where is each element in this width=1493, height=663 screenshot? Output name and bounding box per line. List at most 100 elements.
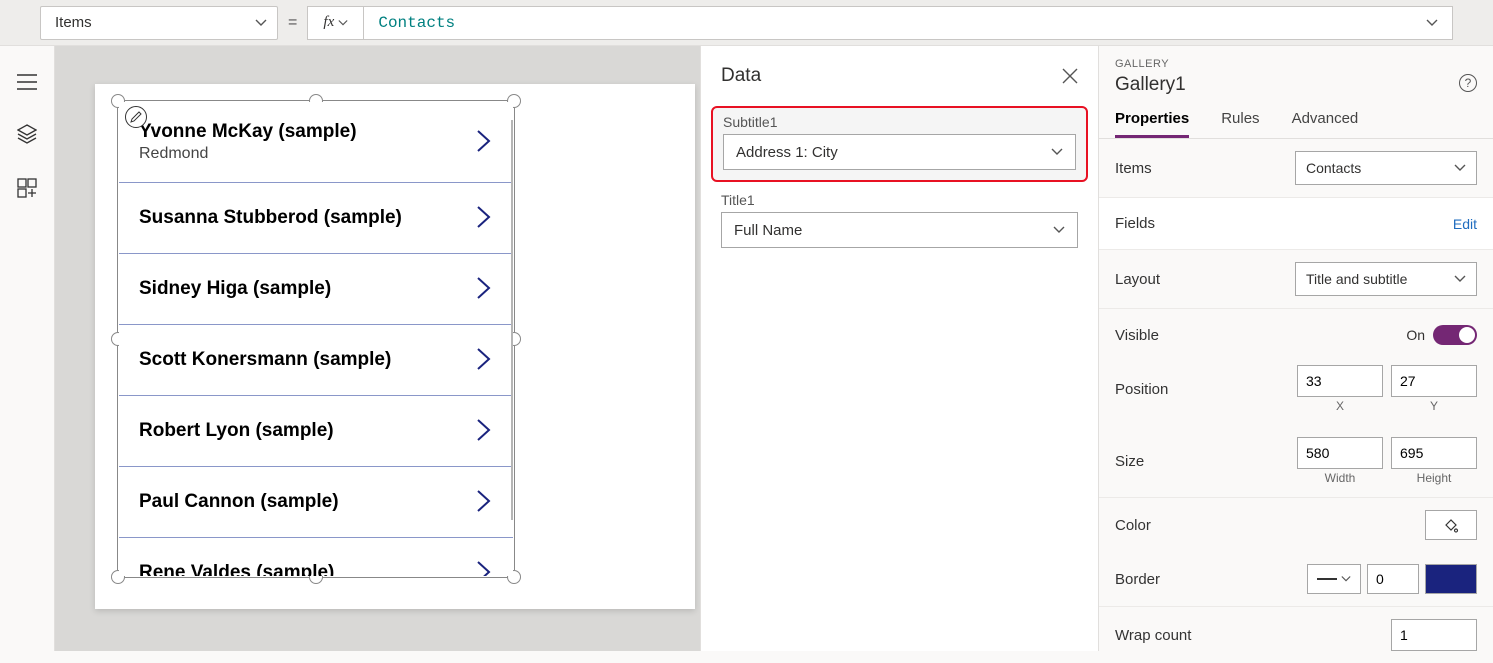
gallery-row[interactable]: Robert Lyon (sample) [119,396,513,467]
property-dropdown[interactable]: Items [40,6,278,40]
chevron-right-icon[interactable] [475,346,493,375]
control-type-label: GALLERY [1115,58,1477,70]
prop-wrap-label: Wrap count [1115,627,1191,644]
subtitle-field-highlight: Subtitle1 Address 1: City [711,106,1088,182]
prop-size: Size Width Height [1099,425,1493,498]
prop-items-label: Items [1115,160,1152,177]
chevron-down-icon [255,17,267,29]
prop-items: Items Contacts [1099,139,1493,198]
tab-advanced[interactable]: Advanced [1292,110,1359,138]
left-rail [0,46,55,651]
prop-color: Color [1099,498,1493,552]
prop-fields-edit-link[interactable]: Edit [1453,216,1477,232]
width-label: Width [1297,471,1383,485]
visible-toggle[interactable] [1433,325,1477,345]
prop-visible-label: Visible [1115,327,1159,344]
insert-icon[interactable] [17,178,37,198]
gallery-row-title: Scott Konersmann (sample) [139,349,391,371]
fx-button[interactable]: fx [307,6,363,40]
chevron-down-icon [1426,17,1438,29]
gallery-row[interactable]: Susanna Stubberod (sample) [119,183,513,254]
gallery-row[interactable]: Rene Valdes (sample) [119,538,513,576]
edit-template-icon[interactable] [125,106,147,128]
gallery-row[interactable]: Yvonne McKay (sample)Redmond [119,102,513,183]
help-icon[interactable]: ? [1459,74,1477,92]
gallery-row[interactable]: Scott Konersmann (sample) [119,325,513,396]
chevron-down-icon [338,18,348,28]
position-y-input[interactable] [1391,365,1477,397]
app-screen: Yvonne McKay (sample)Redmond Susanna Stub… [95,84,695,609]
border-style-dropdown[interactable] [1307,564,1361,594]
chevron-right-icon[interactable] [475,559,493,577]
border-width-input[interactable] [1367,564,1419,594]
close-icon[interactable] [1062,68,1078,84]
chevron-right-icon[interactable] [475,417,493,446]
gallery-row[interactable]: Sidney Higa (sample) [119,254,513,325]
chevron-down-icon [1341,574,1351,584]
title-field-value: Full Name [734,222,802,239]
color-picker-button[interactable] [1425,510,1477,540]
size-height-input[interactable] [1391,437,1477,469]
gallery-row-title: Robert Lyon (sample) [139,420,334,442]
prop-layout-label: Layout [1115,271,1160,288]
prop-items-dropdown[interactable]: Contacts [1295,151,1477,185]
prop-border: Border [1099,552,1493,607]
gallery-row-title: Susanna Stubberod (sample) [139,207,402,229]
equals-label: = [288,14,297,32]
gallery-scrollbar[interactable] [511,120,513,520]
tab-rules[interactable]: Rules [1221,110,1259,138]
prop-layout-value: Title and subtitle [1306,271,1407,287]
properties-panel: GALLERY Gallery1 ? Properties Rules Adva… [1098,46,1493,651]
property-dropdown-label: Items [55,14,92,31]
formula-bar: Items = fx Contacts [0,0,1493,46]
gallery-row[interactable]: Paul Cannon (sample) [119,467,513,538]
canvas[interactable]: Yvonne McKay (sample)Redmond Susanna Stub… [55,46,700,651]
subtitle-field-label: Subtitle1 [723,114,1076,130]
prop-visible: Visible On [1099,309,1493,361]
title-field-dropdown[interactable]: Full Name [721,212,1078,248]
subtitle-field-value: Address 1: City [736,144,838,161]
y-label: Y [1391,399,1477,413]
chevron-right-icon[interactable] [475,128,493,157]
chevron-down-icon [1053,224,1065,236]
tab-properties[interactable]: Properties [1115,110,1189,138]
subtitle-field-dropdown[interactable]: Address 1: City [723,134,1076,170]
height-label: Height [1391,471,1477,485]
prop-wrap-count: Wrap count [1099,607,1493,663]
border-color-picker[interactable] [1425,564,1477,594]
prop-layout-dropdown[interactable]: Title and subtitle [1295,262,1477,296]
chevron-down-icon [1454,273,1466,285]
prop-position: Position X Y [1099,361,1493,425]
properties-tabs: Properties Rules Advanced [1099,96,1493,139]
layers-icon[interactable] [17,124,37,144]
formula-text: Contacts [378,14,455,32]
prop-visible-value: On [1406,327,1425,343]
prop-border-label: Border [1115,571,1160,588]
data-panel: Data Subtitle1 Address 1: City Title1 Fu… [700,46,1098,651]
chevron-down-icon [1454,162,1466,174]
fill-icon [1443,517,1459,533]
formula-input[interactable]: Contacts [363,6,1453,40]
title-field-label: Title1 [721,192,1078,208]
prop-fields-label: Fields [1115,215,1155,232]
control-name: Gallery1 [1115,74,1186,96]
wrap-count-input[interactable] [1391,619,1477,651]
position-x-input[interactable] [1297,365,1383,397]
main-area: Yvonne McKay (sample)Redmond Susanna Stub… [0,46,1493,651]
size-width-input[interactable] [1297,437,1383,469]
prop-items-value: Contacts [1306,160,1361,176]
chevron-down-icon [1051,146,1063,158]
prop-layout: Layout Title and subtitle [1099,250,1493,309]
chevron-right-icon[interactable] [475,204,493,233]
x-label: X [1297,399,1383,413]
prop-color-label: Color [1115,517,1151,534]
gallery-control[interactable]: Yvonne McKay (sample)Redmond Susanna Stub… [119,102,513,576]
gallery-row-title: Rene Valdes (sample) [139,562,334,576]
chevron-right-icon[interactable] [475,275,493,304]
hamburger-icon[interactable] [17,74,37,90]
chevron-right-icon[interactable] [475,488,493,517]
gallery-row-title: Yvonne McKay (sample) [139,121,357,143]
prop-position-label: Position [1115,381,1168,398]
prop-size-label: Size [1115,453,1144,470]
fx-label: fx [323,14,334,31]
